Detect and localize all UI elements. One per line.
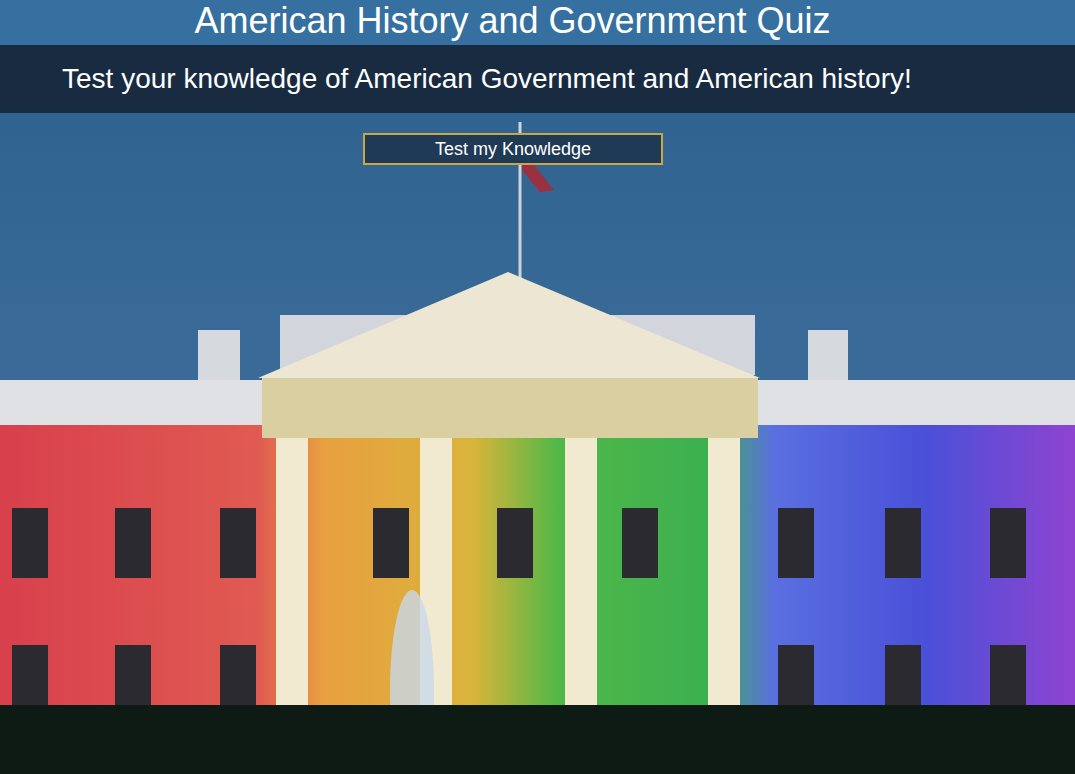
page-title: American History and Government Quiz <box>194 1 830 45</box>
title-bar: American History and Government Quiz <box>0 0 1075 45</box>
page-subtitle: Test your knowledge of American Governme… <box>62 62 912 96</box>
background-photo <box>0 0 1075 774</box>
subtitle-bar: Test your knowledge of American Governme… <box>0 45 1075 113</box>
button-row: Test my Knowledge <box>0 113 1075 165</box>
start-quiz-button[interactable]: Test my Knowledge <box>363 133 663 165</box>
